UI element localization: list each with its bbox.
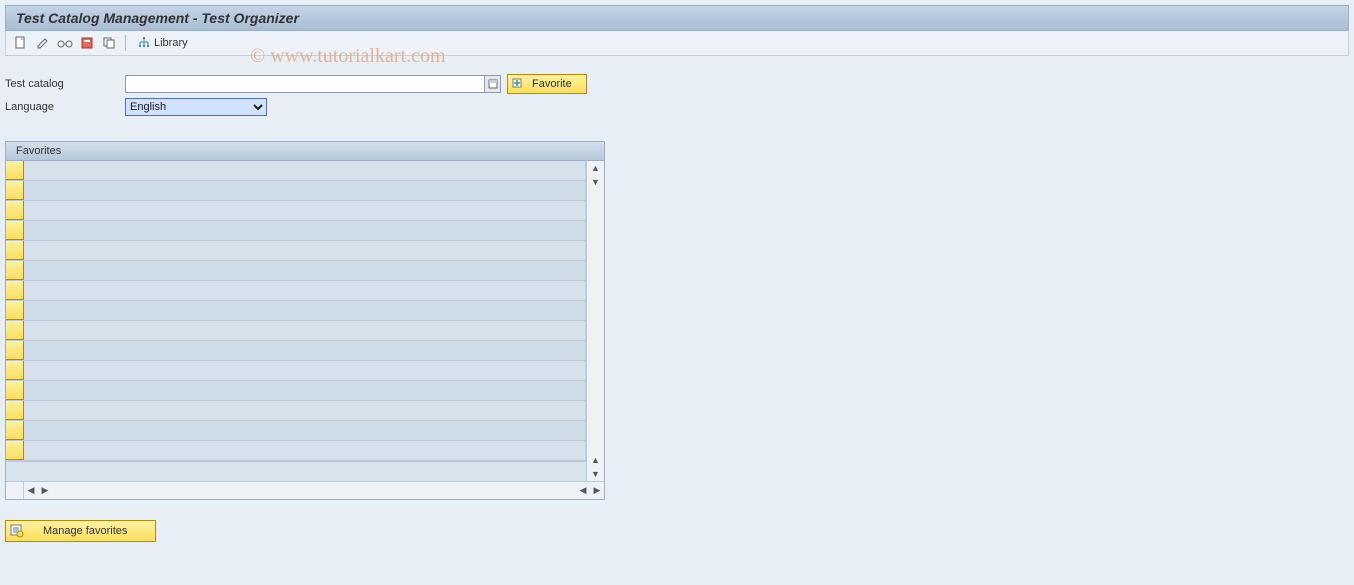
scroll-left-icon[interactable]: ◀ bbox=[24, 482, 38, 499]
row-cell[interactable] bbox=[24, 201, 586, 220]
catalog-icon[interactable] bbox=[78, 34, 96, 52]
table-row[interactable] bbox=[6, 181, 586, 201]
row-cell[interactable] bbox=[24, 261, 586, 280]
table-row[interactable] bbox=[6, 241, 586, 261]
language-select[interactable]: English bbox=[125, 98, 267, 116]
favorite-button[interactable]: Favorite bbox=[507, 74, 587, 94]
row-handle[interactable] bbox=[6, 241, 24, 260]
scroll-right-icon[interactable]: ▶ bbox=[38, 482, 52, 499]
table-row[interactable] bbox=[6, 381, 586, 401]
row-handle[interactable] bbox=[6, 321, 24, 340]
toolbar-separator bbox=[125, 35, 126, 51]
manage-favorites-label: Manage favorites bbox=[43, 525, 127, 537]
library-button[interactable]: Library bbox=[133, 36, 192, 50]
scroll-up2-icon[interactable]: ▲ bbox=[587, 453, 604, 467]
scroll-track[interactable] bbox=[52, 482, 576, 499]
row-handle[interactable] bbox=[6, 361, 24, 380]
favorite-add-icon bbox=[510, 76, 526, 92]
horizontal-scrollbar[interactable]: ◀ ▶ ◀ ▶ bbox=[6, 481, 604, 499]
f4-help-icon[interactable] bbox=[485, 75, 501, 93]
new-document-icon[interactable] bbox=[12, 34, 30, 52]
row-handle[interactable] bbox=[6, 201, 24, 220]
row-cell[interactable] bbox=[24, 321, 586, 340]
test-catalog-label: Test catalog bbox=[5, 78, 125, 90]
table-row[interactable] bbox=[6, 341, 586, 361]
row-cell[interactable] bbox=[24, 161, 586, 180]
scroll-up-icon[interactable]: ▲ bbox=[587, 161, 604, 175]
table-row[interactable] bbox=[6, 301, 586, 321]
favorites-grid bbox=[6, 161, 586, 481]
edit-icon[interactable] bbox=[34, 34, 52, 52]
row-cell[interactable] bbox=[24, 341, 586, 360]
table-row[interactable] bbox=[6, 161, 586, 181]
row-handle[interactable] bbox=[6, 301, 24, 320]
table-row[interactable] bbox=[6, 441, 586, 461]
row-cell[interactable] bbox=[24, 281, 586, 300]
scroll-down-icon[interactable]: ▼ bbox=[587, 175, 604, 189]
scroll-down2-icon[interactable]: ▼ bbox=[587, 467, 604, 481]
row-handle[interactable] bbox=[6, 281, 24, 300]
row-handle[interactable] bbox=[6, 181, 24, 200]
scroll-left2-icon[interactable]: ◀ bbox=[576, 482, 590, 499]
manage-favorites-button[interactable]: Manage favorites bbox=[5, 520, 156, 542]
row-cell[interactable] bbox=[24, 181, 586, 200]
language-label: Language bbox=[5, 101, 125, 113]
work-area: Test catalog Favorite Language English F… bbox=[5, 74, 1349, 542]
row-cell[interactable] bbox=[24, 361, 586, 380]
toolbar: Library bbox=[5, 31, 1349, 56]
glasses-icon[interactable] bbox=[56, 34, 74, 52]
row-handle[interactable] bbox=[6, 221, 24, 240]
row-handle[interactable] bbox=[6, 381, 24, 400]
test-catalog-input[interactable] bbox=[125, 75, 485, 93]
grid-bottom-spacer bbox=[6, 461, 586, 481]
row-handle[interactable] bbox=[6, 341, 24, 360]
vertical-scrollbar[interactable]: ▲ ▼ ▲ ▼ bbox=[586, 161, 604, 481]
favorites-panel: Favorites ▲ ▼ ▲ ▼ ◀ ▶ ◀ ▶ bbox=[5, 141, 605, 500]
window-title: Test Catalog Management - Test Organizer bbox=[5, 5, 1349, 31]
row-cell[interactable] bbox=[24, 421, 586, 440]
row-handle[interactable] bbox=[6, 421, 24, 440]
row-cell[interactable] bbox=[24, 221, 586, 240]
table-row[interactable] bbox=[6, 321, 586, 341]
table-row[interactable] bbox=[6, 281, 586, 301]
table-row[interactable] bbox=[6, 421, 586, 441]
row-cell[interactable] bbox=[24, 441, 586, 460]
row-cell[interactable] bbox=[24, 241, 586, 260]
row-cell[interactable] bbox=[24, 301, 586, 320]
favorites-header: Favorites bbox=[6, 142, 604, 161]
table-row[interactable] bbox=[6, 221, 586, 241]
row-handle[interactable] bbox=[6, 441, 24, 460]
scroll-right2-icon[interactable]: ▶ bbox=[590, 482, 604, 499]
scroll-corner bbox=[6, 482, 24, 499]
row-handle[interactable] bbox=[6, 261, 24, 280]
library-label: Library bbox=[154, 37, 188, 49]
table-row[interactable] bbox=[6, 401, 586, 421]
table-row[interactable] bbox=[6, 261, 586, 281]
copy-icon[interactable] bbox=[100, 34, 118, 52]
row-handle[interactable] bbox=[6, 161, 24, 180]
row-cell[interactable] bbox=[24, 381, 586, 400]
favorite-button-label: Favorite bbox=[532, 78, 572, 90]
manage-favorites-icon bbox=[9, 523, 25, 539]
table-row[interactable] bbox=[6, 201, 586, 221]
row-cell[interactable] bbox=[24, 401, 586, 420]
table-row[interactable] bbox=[6, 361, 586, 381]
row-handle[interactable] bbox=[6, 401, 24, 420]
